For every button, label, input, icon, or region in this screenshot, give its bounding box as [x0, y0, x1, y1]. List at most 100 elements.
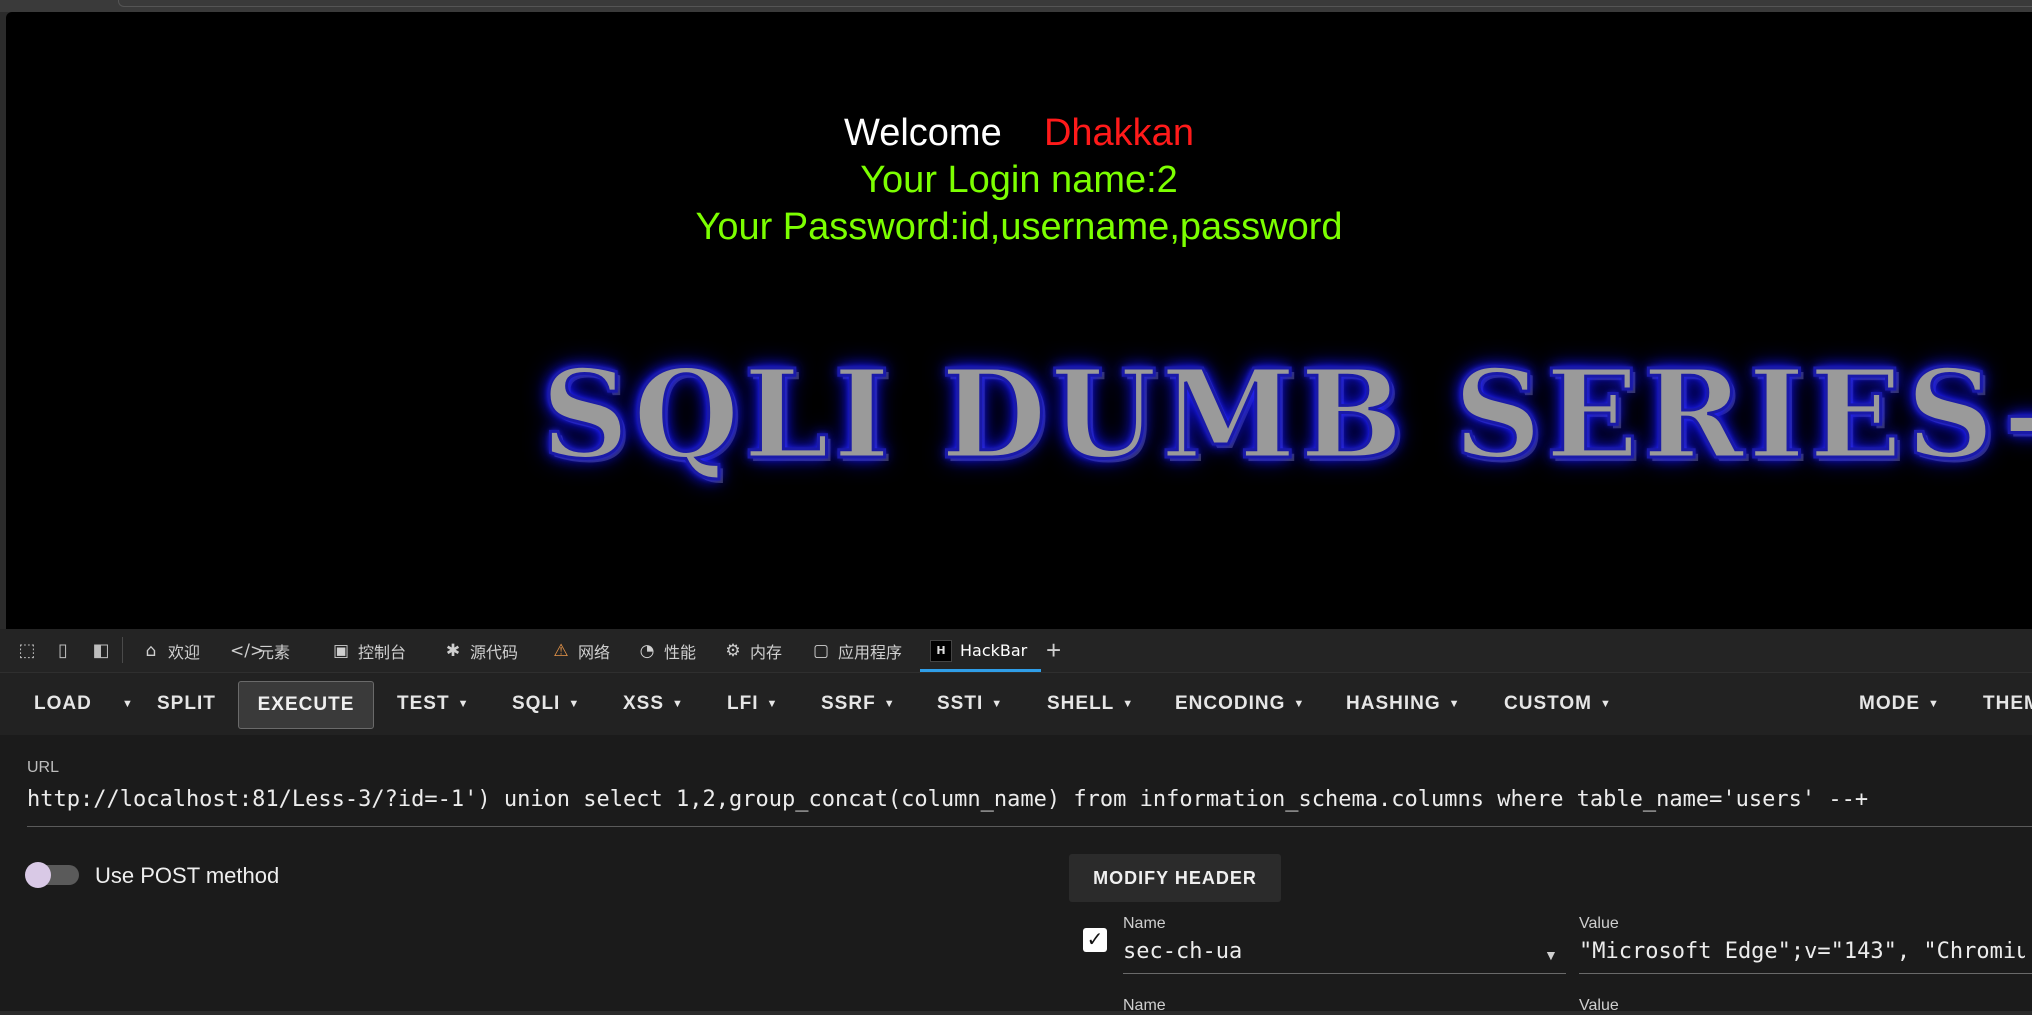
add-tab-icon[interactable]: + [1046, 637, 1061, 663]
sqli-menu[interactable]: SQLI ▼ [512, 673, 580, 735]
mode-menu[interactable]: MODE ▼ [1859, 673, 1940, 735]
url-input-underline [27, 826, 2032, 827]
gauge-icon: ◔ [639, 640, 655, 661]
caret-down-icon: ▼ [1122, 698, 1135, 710]
caret-down-icon: ▼ [457, 698, 470, 710]
url-input[interactable]: http://localhost:81/Less-3/?id=-1') unio… [27, 787, 1868, 812]
xss-label: XSS [623, 693, 665, 714]
dock-side-icon[interactable]: ◧ [90, 639, 112, 661]
wifi-warning-icon: ⚠ [553, 640, 569, 661]
caret-down-icon: ▼ [122, 698, 134, 710]
tab-label: 性能 [664, 642, 697, 662]
tab-application[interactable]: ▢ 应用程序 [810, 629, 902, 672]
hackbar-body: URL http://localhost:81/Less-3/?id=-1') … [0, 735, 2032, 1014]
devtools-panel: ⬚ ▯ ◧ ⌂ 欢迎 </> 元素 ▣ 控制台 ✱ 源代码 ⚠ 网络 ◔ 性能 ⚙ 内存 ▢ 应… [0, 629, 2032, 1014]
lfi-menu[interactable]: LFI ▼ [727, 673, 778, 735]
tab-performance[interactable]: ◔ 性能 [636, 629, 696, 672]
code-icon: </> [230, 640, 265, 661]
post-method-label: Use POST method [95, 863, 280, 888]
hashing-label: HASHING [1346, 693, 1441, 714]
welcome-word: Welcome [844, 112, 1002, 154]
password-line: Your Password:id,username,password [695, 206, 1343, 248]
tab-hackbar[interactable]: H HackBar [919, 629, 1042, 672]
chip-icon: ⚙ [725, 640, 741, 661]
toolbar-divider [122, 637, 123, 663]
encoding-menu[interactable]: ENCODING ▼ [1175, 673, 1305, 735]
shell-menu[interactable]: SHELL ▼ [1047, 673, 1134, 735]
xss-menu[interactable]: XSS ▼ [623, 673, 684, 735]
tab-label: 控制台 [358, 642, 407, 662]
caret-down-icon: ▼ [1448, 698, 1461, 710]
header-value-label: Value [1579, 915, 1619, 932]
tab-label: 应用程序 [838, 642, 903, 662]
tab-memory[interactable]: ⚙ 内存 [722, 629, 782, 672]
header-value-input[interactable]: "Microsoft Edge";v="143", "Chromiu [1579, 939, 2025, 964]
sqli-label: SQLI [512, 693, 561, 714]
browser-top-strip [0, 0, 2032, 12]
devtools-tab-bar: ⬚ ▯ ◧ ⌂ 欢迎 </> 元素 ▣ 控制台 ✱ 源代码 ⚠ 网络 ◔ 性能 ⚙ 内存 ▢ 应… [0, 629, 2032, 673]
ssrf-menu[interactable]: SSRF ▼ [821, 673, 896, 735]
caret-down-icon: ▼ [991, 698, 1004, 710]
address-bar-edge [118, 0, 2032, 7]
ssti-menu[interactable]: SSTI ▼ [937, 673, 1003, 735]
device-toggle-icon[interactable]: ▯ [52, 639, 74, 661]
caret-down-icon: ▼ [1599, 698, 1612, 710]
tab-elements[interactable]: </> 元素 [230, 629, 290, 672]
test-menu[interactable]: TEST ▼ [397, 673, 469, 735]
theme-menu[interactable]: THEM [1983, 673, 2032, 735]
hackbar-toolbar: LOAD ▼ SPLIT EXECUTE TEST ▼ SQLI ▼ XSS ▼ LF… [0, 673, 2032, 735]
load-button[interactable]: LOAD [34, 673, 92, 735]
tab-label: 元素 [258, 642, 291, 662]
caret-down-icon: ▼ [672, 698, 684, 710]
execute-button[interactable]: EXECUTE [238, 681, 374, 729]
lfi-label: LFI [727, 693, 759, 714]
split-label: SPLIT [157, 693, 216, 714]
header-enabled-checkbox[interactable]: ✓ [1083, 928, 1107, 952]
encoding-label: ENCODING [1175, 693, 1286, 714]
header-name-label: Name [1123, 915, 1166, 932]
hashing-menu[interactable]: HASHING ▼ [1346, 673, 1461, 735]
tab-label: HackBar [960, 641, 1028, 660]
shell-label: SHELL [1047, 693, 1115, 714]
header-name-label: Name [1123, 997, 1166, 1014]
tab-sources[interactable]: ✱ 源代码 [442, 629, 518, 672]
login-name-line: Your Login name:2 [860, 159, 1178, 201]
ssti-label: SSTI [937, 693, 984, 714]
bug-icon: ✱ [445, 640, 461, 661]
page-viewport: Welcome Dhakkan Your Login name:2 Your P… [6, 12, 2032, 629]
tab-label: 内存 [750, 642, 783, 662]
theme-label: THEM [1983, 693, 2032, 714]
ssrf-label: SSRF [821, 693, 876, 714]
custom-menu[interactable]: CUSTOM ▼ [1504, 673, 1612, 735]
header-value-label: Value [1579, 997, 1619, 1014]
tab-welcome[interactable]: ⌂ 欢迎 [140, 629, 200, 672]
toggle-knob [25, 862, 51, 888]
post-method-toggle[interactable] [25, 862, 79, 888]
test-label: TEST [397, 693, 450, 714]
custom-label: CUSTOM [1504, 693, 1592, 714]
header-name-input[interactable]: sec-ch-ua [1123, 939, 1242, 964]
tab-label: 网络 [578, 642, 611, 662]
tab-network[interactable]: ⚠ 网络 [550, 629, 610, 672]
caret-down-icon: ▼ [1293, 698, 1306, 710]
split-button[interactable]: SPLIT [157, 673, 216, 735]
hackbar-icon: H [930, 639, 952, 662]
load-dropdown-button[interactable]: ▼ [114, 673, 134, 735]
username: Dhakkan [1043, 112, 1194, 154]
tab-label: 源代码 [470, 642, 519, 662]
series-banner: SQLI DUMB SERIES-3 [539, 341, 2032, 488]
mode-label: MODE [1859, 693, 1920, 714]
caret-down-icon[interactable]: ▼ [1544, 947, 1558, 963]
tab-console[interactable]: ▣ 控制台 [330, 629, 406, 672]
caret-down-icon: ▼ [766, 698, 779, 710]
app-icon: ▢ [812, 640, 830, 661]
header-value-underline [1579, 973, 2032, 974]
modify-header-button[interactable]: MODIFY HEADER [1069, 854, 1281, 902]
console-icon: ▣ [332, 640, 350, 661]
load-label: LOAD [34, 693, 92, 714]
welcome-line: Welcome Dhakkan [6, 112, 2032, 155]
caret-down-icon: ▼ [1928, 698, 1940, 710]
inspect-icon[interactable]: ⬚ [16, 639, 38, 661]
caret-down-icon: ▼ [883, 698, 896, 710]
tab-label: 欢迎 [168, 642, 201, 662]
